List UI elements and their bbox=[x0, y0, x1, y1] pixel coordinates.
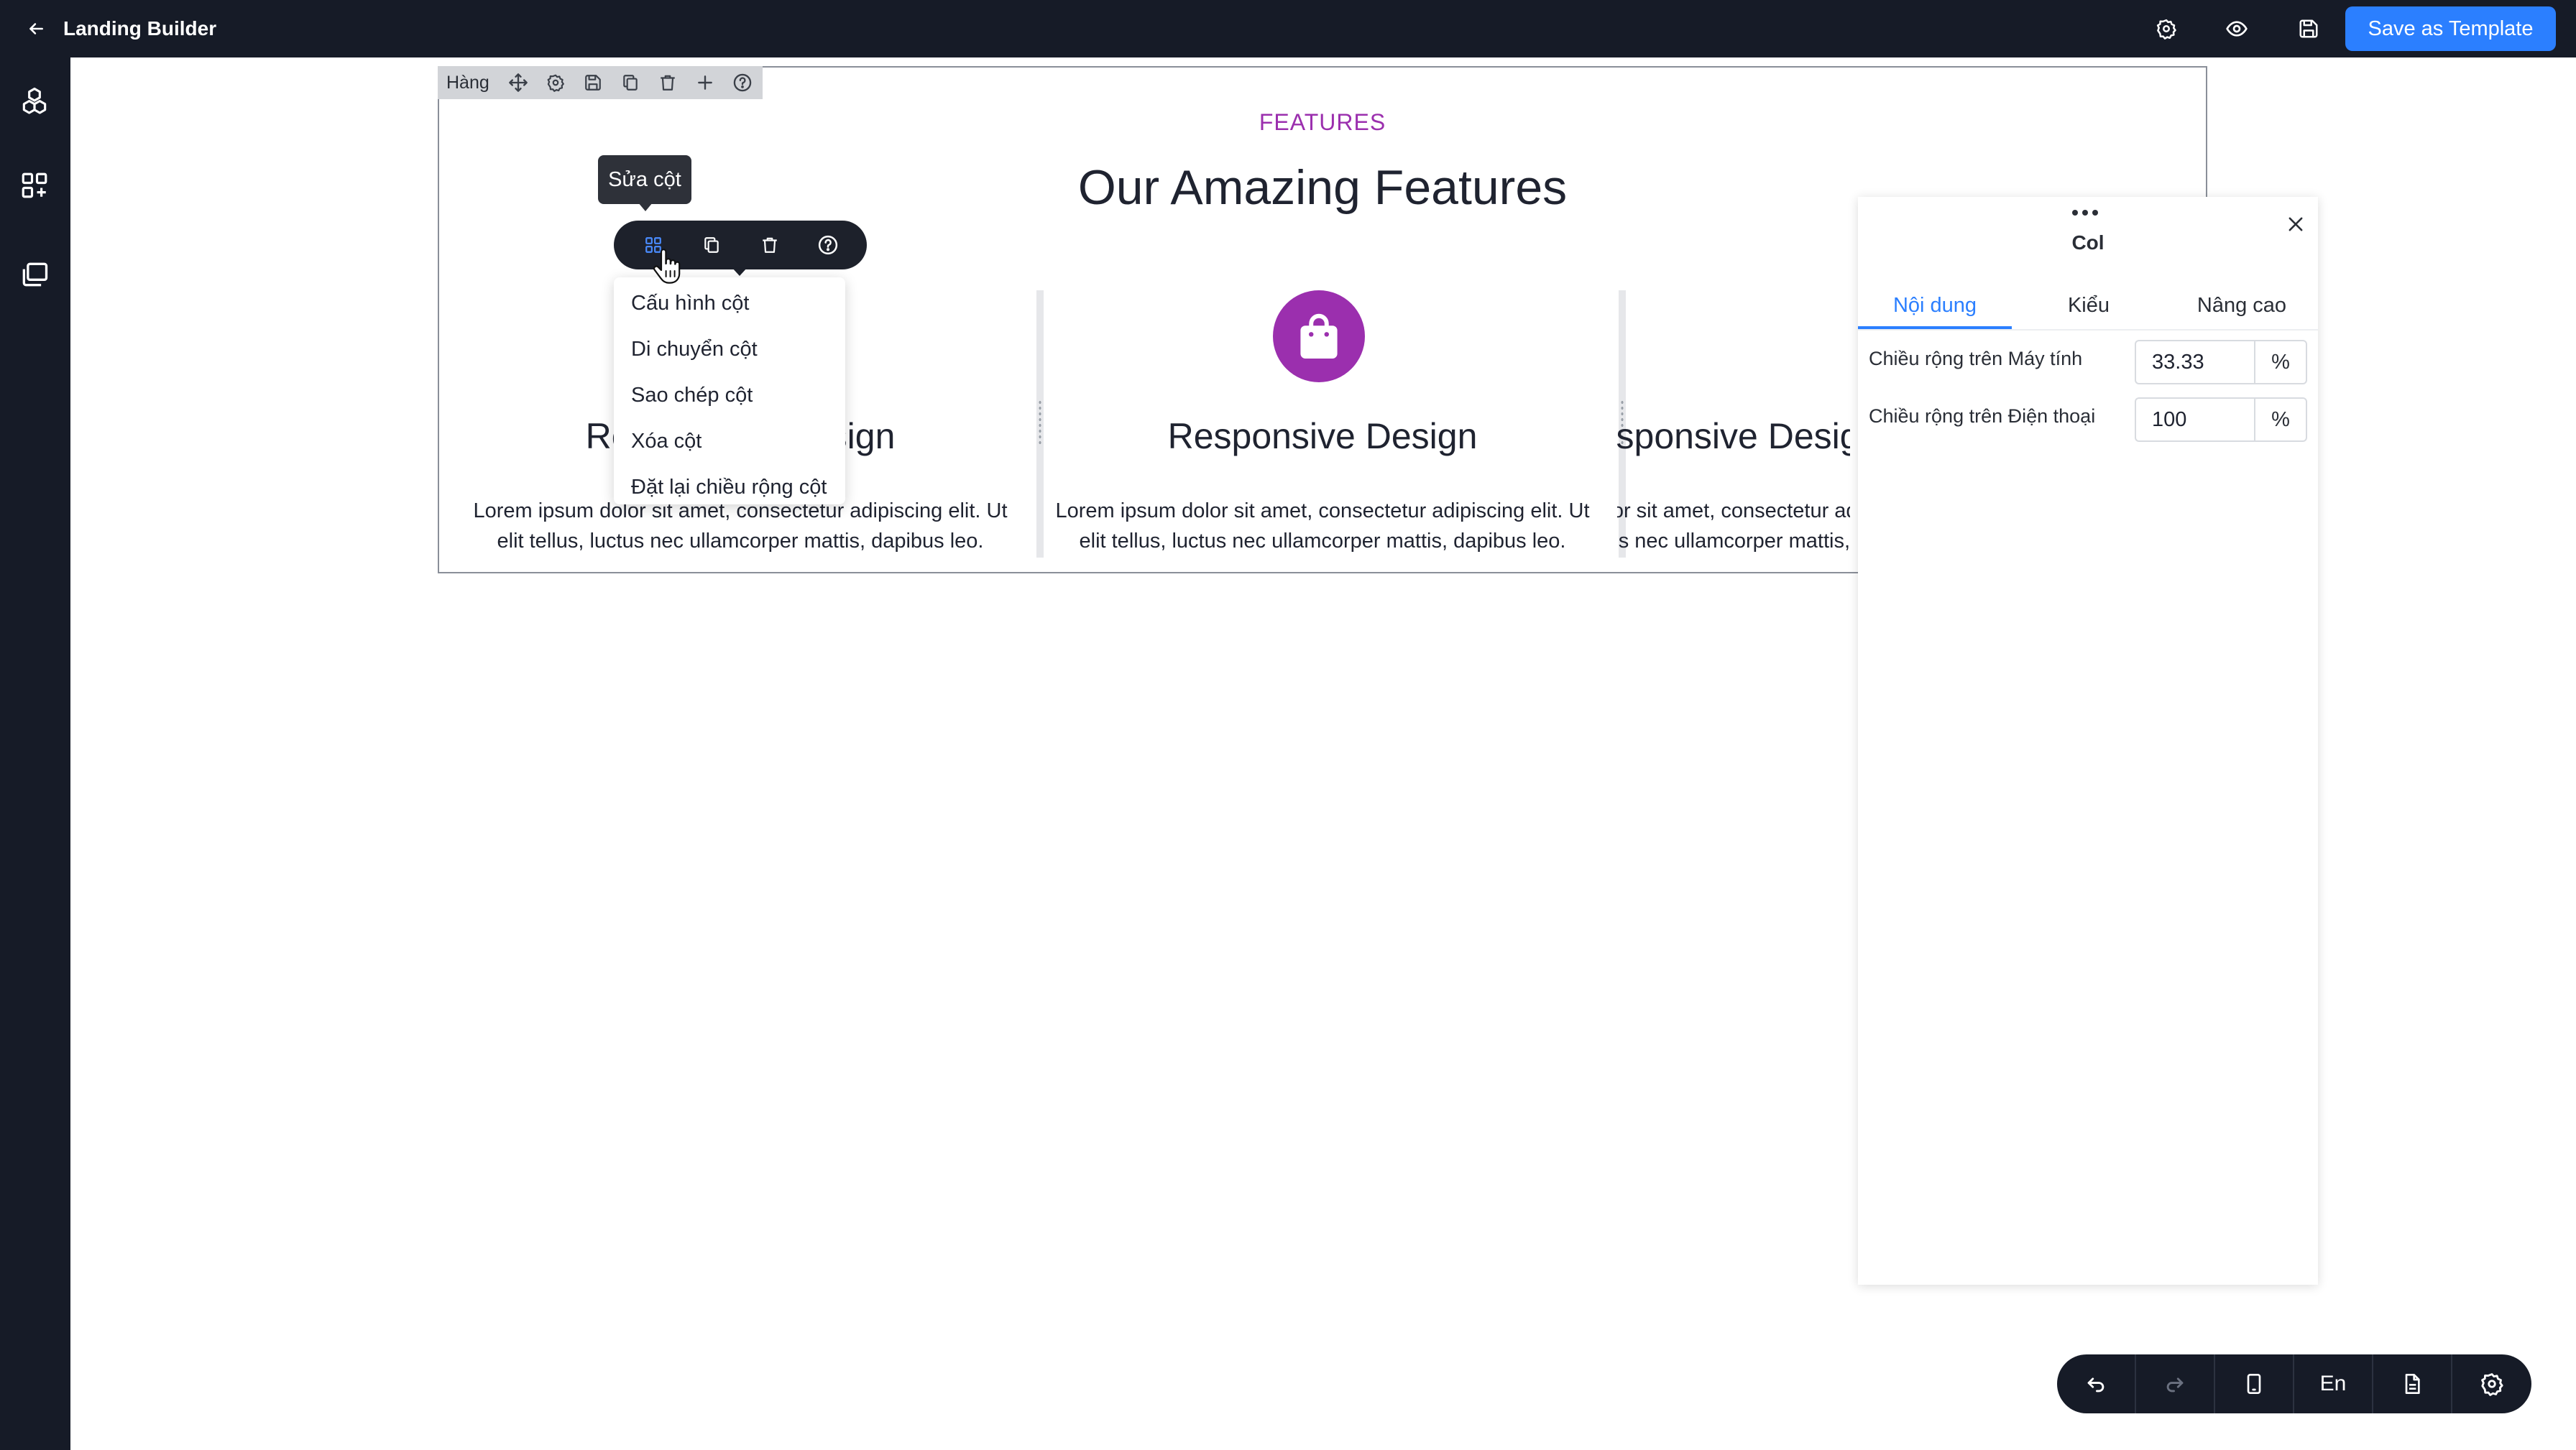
tab-style[interactable]: Kiểu bbox=[2012, 282, 2166, 329]
trash-icon bbox=[762, 237, 777, 253]
active-tab-indicator bbox=[1858, 326, 2012, 329]
save-icon bbox=[2299, 19, 2318, 38]
hand-cursor-icon bbox=[653, 249, 681, 284]
eye-icon bbox=[2226, 21, 2248, 37]
panel-title: Col bbox=[2071, 231, 2104, 254]
tab-content[interactable]: Nội dung bbox=[1858, 282, 2012, 329]
desktop-width-label: Chiều rộng trên Máy tính bbox=[1869, 348, 2083, 369]
row-delete-button[interactable] bbox=[649, 66, 686, 99]
undo-button[interactable] bbox=[2057, 1354, 2136, 1413]
language-button[interactable]: En bbox=[2294, 1354, 2373, 1413]
panel-close-button[interactable] bbox=[2280, 208, 2312, 240]
row-help-button[interactable] bbox=[724, 66, 761, 99]
menu-item-configure-column[interactable]: Cấu hình cột bbox=[631, 292, 749, 315]
undo-icon bbox=[2087, 1377, 2104, 1393]
column-help-button[interactable] bbox=[806, 223, 850, 267]
row-copy-button[interactable] bbox=[612, 66, 649, 99]
shopping-bag-icon bbox=[1300, 313, 1338, 359]
trash-icon bbox=[661, 75, 675, 91]
settings-button[interactable] bbox=[2452, 1354, 2531, 1413]
widgets-icon bbox=[22, 172, 47, 198]
sidebar-item-widgets[interactable] bbox=[14, 165, 55, 206]
arrow-left-icon bbox=[29, 23, 43, 34]
copy-icon bbox=[623, 75, 638, 91]
move-icon bbox=[508, 73, 528, 92]
mobile-icon bbox=[2247, 1374, 2261, 1394]
redo-icon bbox=[2166, 1377, 2184, 1393]
tab-advanced[interactable]: Nâng cao bbox=[2166, 282, 2318, 329]
feature-text: Lorem ipsum dolor sit amet, consectetur … bbox=[473, 499, 1008, 553]
help-icon bbox=[818, 235, 837, 255]
sidebar-item-blocks[interactable] bbox=[14, 80, 55, 121]
row-toolbar: Hàng bbox=[438, 66, 763, 99]
desktop-width-input[interactable] bbox=[2135, 340, 2254, 384]
mobile-view-button[interactable] bbox=[2215, 1354, 2294, 1413]
settings-icon bbox=[2156, 19, 2176, 40]
column-copy-button[interactable] bbox=[690, 223, 733, 267]
row-move-button[interactable] bbox=[500, 66, 537, 99]
menu-item-move-column[interactable]: Di chuyển cột bbox=[631, 338, 758, 361]
menu-item-duplicate-column[interactable]: Sao chép cột bbox=[631, 384, 753, 407]
redo-button[interactable] bbox=[2136, 1354, 2215, 1413]
close-icon bbox=[2288, 217, 2303, 231]
back-button[interactable] bbox=[22, 14, 50, 43]
settings-icon bbox=[547, 74, 564, 92]
document-icon bbox=[2405, 1374, 2420, 1394]
feature-icon-circle bbox=[1273, 290, 1365, 382]
sidebar-item-pages[interactable] bbox=[14, 254, 55, 295]
document-button[interactable] bbox=[2373, 1354, 2452, 1413]
feature-column-3: Responsive Design Lorem ipsum dolor sit … bbox=[1617, 273, 1850, 560]
row-settings-button[interactable] bbox=[537, 66, 574, 99]
tooltip-arrow bbox=[638, 203, 653, 211]
settings-icon bbox=[2481, 1373, 2503, 1396]
feature-text: Lorem ipsum dolor sit amet, consectetur … bbox=[1055, 499, 1590, 553]
row-label: Hàng bbox=[446, 72, 489, 93]
menu-item-reset-column-width[interactable]: Đặt lại chiều rộng cột bbox=[631, 476, 827, 499]
tooltip: Sửa cột bbox=[598, 155, 691, 204]
preview-button[interactable] bbox=[2222, 14, 2251, 43]
feature-text: Lorem ipsum dolor sit amet, consectetur … bbox=[1617, 499, 1850, 553]
app-title: Landing Builder bbox=[63, 17, 217, 40]
section-title: Our Amazing Features bbox=[1077, 160, 1568, 215]
feature-title: Responsive Design bbox=[1617, 416, 1850, 456]
help-icon bbox=[733, 73, 752, 92]
section-tag: FEATURES bbox=[1259, 109, 1386, 135]
pages-icon bbox=[22, 262, 48, 287]
save-button[interactable] bbox=[2294, 14, 2323, 43]
mobile-width-label: Chiều rộng trên Điện thoại bbox=[1869, 405, 2096, 427]
cubes-icon bbox=[22, 87, 47, 114]
menu-item-delete-column[interactable]: Xóa cột bbox=[631, 430, 702, 453]
column-delete-button[interactable] bbox=[748, 223, 791, 267]
save-as-template-button[interactable]: Save as Template bbox=[2345, 6, 2556, 51]
feature-title: Responsive Design bbox=[1167, 416, 1478, 456]
tab-separator bbox=[1858, 329, 2318, 331]
save-icon bbox=[584, 75, 601, 91]
column-menu: Cấu hình cột Di chuyển cột Sao chép cột … bbox=[614, 277, 845, 504]
row-add-button[interactable] bbox=[686, 66, 724, 99]
desktop-width-unit: % bbox=[2254, 340, 2307, 384]
top-bar bbox=[0, 0, 2576, 57]
mobile-width-input[interactable] bbox=[2135, 397, 2254, 442]
panel-drag-handle[interactable] bbox=[2072, 207, 2098, 218]
settings-button[interactable] bbox=[2152, 14, 2181, 43]
column-toolbar-arrow bbox=[732, 267, 748, 276]
plus-icon bbox=[697, 75, 712, 90]
mobile-width-unit: % bbox=[2254, 397, 2307, 442]
bottom-toolbar: En bbox=[2057, 1354, 2531, 1413]
row-save-button[interactable] bbox=[574, 66, 612, 99]
copy-icon bbox=[704, 237, 719, 253]
